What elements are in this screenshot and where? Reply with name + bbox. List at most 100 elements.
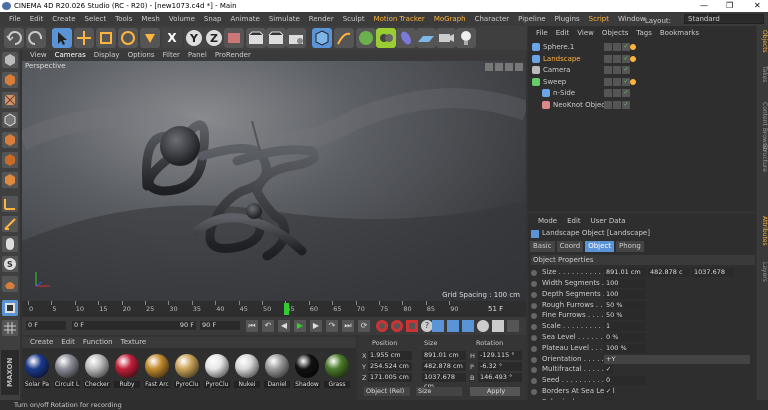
enabled-check-icon[interactable]: ✓ xyxy=(622,43,630,51)
deformer-icon[interactable] xyxy=(396,28,416,48)
material-item[interactable]: Fast Arc xyxy=(144,352,170,396)
keyframe-dot[interactable] xyxy=(531,378,537,385)
enabled-check-icon[interactable]: ✓ xyxy=(622,89,630,97)
side-tab-takes[interactable]: Takes xyxy=(757,66,768,82)
menu-edit[interactable]: Edit xyxy=(30,15,44,23)
object-row[interactable]: Sphere.1 ✓ xyxy=(528,42,756,53)
keyframe-dot[interactable] xyxy=(531,324,537,331)
viewport-menu-prorender[interactable]: ProRender xyxy=(215,51,251,59)
menu-motion-tracker[interactable]: Motion Tracker xyxy=(374,15,425,23)
redo-icon[interactable] xyxy=(26,28,46,48)
viewport-menu-cameras[interactable]: Cameras xyxy=(55,51,86,59)
light-icon[interactable] xyxy=(456,28,476,48)
render-view-icon[interactable] xyxy=(246,28,266,48)
property-field[interactable]: 50 % xyxy=(604,311,646,321)
menu-character[interactable]: Character xyxy=(475,15,510,23)
object-menu-view[interactable]: View xyxy=(577,29,594,37)
texture-mode-icon[interactable] xyxy=(2,92,18,108)
tab-phong[interactable]: Phong xyxy=(616,241,644,252)
visibility-dots-icon[interactable] xyxy=(613,100,621,109)
tag-icon[interactable] xyxy=(630,78,636,85)
recent-tools-icon[interactable] xyxy=(140,28,160,48)
menu-animate[interactable]: Animate xyxy=(231,15,260,23)
grid-icon[interactable] xyxy=(2,320,18,336)
snap-icon[interactable]: S xyxy=(2,256,18,272)
minimize-icon[interactable]: — xyxy=(700,0,708,12)
viewport-menu-view[interactable]: View xyxy=(30,51,47,59)
size-field[interactable]: 891.01 cm xyxy=(422,351,466,360)
property-checkbox[interactable]: ✓ xyxy=(604,387,613,396)
go-to-start-icon[interactable]: ⏮ xyxy=(246,320,258,332)
points-mode-icon[interactable] xyxy=(2,132,18,148)
record-position-icon[interactable] xyxy=(432,320,444,332)
menu-create[interactable]: Create xyxy=(52,15,75,23)
attribute-menu-mode[interactable]: Mode xyxy=(538,217,557,225)
coord-mode-select[interactable]: Object (Rel) xyxy=(364,387,410,396)
tag-icon[interactable] xyxy=(630,44,636,50)
array-icon[interactable] xyxy=(376,28,396,48)
edges-mode-icon[interactable] xyxy=(2,152,18,168)
menu-script[interactable]: Script xyxy=(589,15,609,23)
size-z-field[interactable]: 1037.678 xyxy=(692,268,734,277)
move-icon[interactable] xyxy=(74,28,94,48)
enabled-check-icon[interactable]: ✓ xyxy=(622,54,630,63)
render-picture-viewer-icon[interactable] xyxy=(266,28,286,48)
material-item[interactable]: Grass xyxy=(324,352,350,396)
tab-object[interactable]: Object xyxy=(585,241,615,252)
object-row[interactable]: Landscape ✓ xyxy=(528,54,756,65)
record-pla-icon[interactable] xyxy=(492,320,504,332)
visibility-dots-icon[interactable] xyxy=(613,54,621,63)
keyframe-dot[interactable] xyxy=(531,302,537,309)
menu-sculpt[interactable]: Sculpt xyxy=(343,15,365,23)
side-tab-layers[interactable]: Layers xyxy=(757,262,768,282)
menu-pipeline[interactable]: Pipeline xyxy=(518,15,545,23)
object-row[interactable]: Camera ✓ xyxy=(528,65,756,76)
property-field[interactable]: 0 % xyxy=(604,333,646,342)
make-editable-icon[interactable] xyxy=(2,52,18,68)
lock-workplane-icon[interactable] xyxy=(2,276,18,292)
enabled-check-icon[interactable]: ✓ xyxy=(622,100,630,109)
layer-icon[interactable] xyxy=(604,100,612,109)
live-selection-icon[interactable] xyxy=(52,28,72,48)
side-tab-structure[interactable]: Structure xyxy=(757,144,768,172)
record-parameter-icon[interactable] xyxy=(477,320,489,332)
keyframe-dot[interactable] xyxy=(531,356,537,363)
enabled-check-icon[interactable]: ✓ xyxy=(622,77,630,86)
menu-tools[interactable]: Tools xyxy=(115,15,132,23)
tab-coord[interactable]: Coord xyxy=(556,241,584,252)
side-tab-objects[interactable]: Objects xyxy=(757,30,768,53)
object-menu-edit[interactable]: Edit xyxy=(556,29,570,37)
x-axis-lock-icon[interactable]: X xyxy=(162,28,182,48)
viewport-menu-panel[interactable]: Panel xyxy=(188,51,207,59)
keyframe-dot[interactable] xyxy=(531,281,537,287)
keyframe-dot[interactable] xyxy=(531,335,537,341)
rotation-field[interactable]: -6.32 ° xyxy=(478,362,522,371)
property-select[interactable]: +Y xyxy=(604,354,750,364)
viewport-menu-options[interactable]: Options xyxy=(128,51,155,59)
layer-icon[interactable] xyxy=(604,77,612,86)
start-frame-field[interactable]: 0 F xyxy=(26,321,66,330)
material-item[interactable]: Ruby xyxy=(114,352,140,396)
attribute-menu-user-data[interactable]: User Data xyxy=(591,217,626,225)
enable-axis-icon[interactable] xyxy=(2,196,18,212)
menu-plugins[interactable]: Plugins xyxy=(555,15,580,23)
record-scale-icon[interactable] xyxy=(447,320,459,332)
size-field[interactable]: 1037.678 cm xyxy=(422,373,466,390)
side-tab-attributes[interactable]: Attributes xyxy=(757,216,768,246)
material-item[interactable]: Circuit L xyxy=(54,352,80,396)
layer-icon[interactable] xyxy=(604,89,612,97)
material-item[interactable]: Shadow xyxy=(294,352,320,396)
size-field[interactable]: 482.878 cm xyxy=(422,362,466,371)
previous-frame-icon[interactable]: ◀ xyxy=(278,320,290,332)
object-row[interactable]: Sweep ✓ xyxy=(528,77,756,88)
visibility-dots-icon[interactable] xyxy=(613,66,621,74)
viewport-menu-display[interactable]: Display xyxy=(94,51,120,59)
enabled-check-icon[interactable]: ✓ xyxy=(622,66,630,74)
polygons-mode-icon[interactable] xyxy=(2,172,18,188)
property-field[interactable]: 100 xyxy=(604,289,646,299)
undo-icon[interactable] xyxy=(4,28,24,48)
object-menu-tags[interactable]: Tags xyxy=(636,29,652,37)
play-icon[interactable]: ▶ xyxy=(294,320,306,332)
menu-snap[interactable]: Snap xyxy=(204,15,222,23)
property-field[interactable]: 100 % xyxy=(604,343,646,353)
